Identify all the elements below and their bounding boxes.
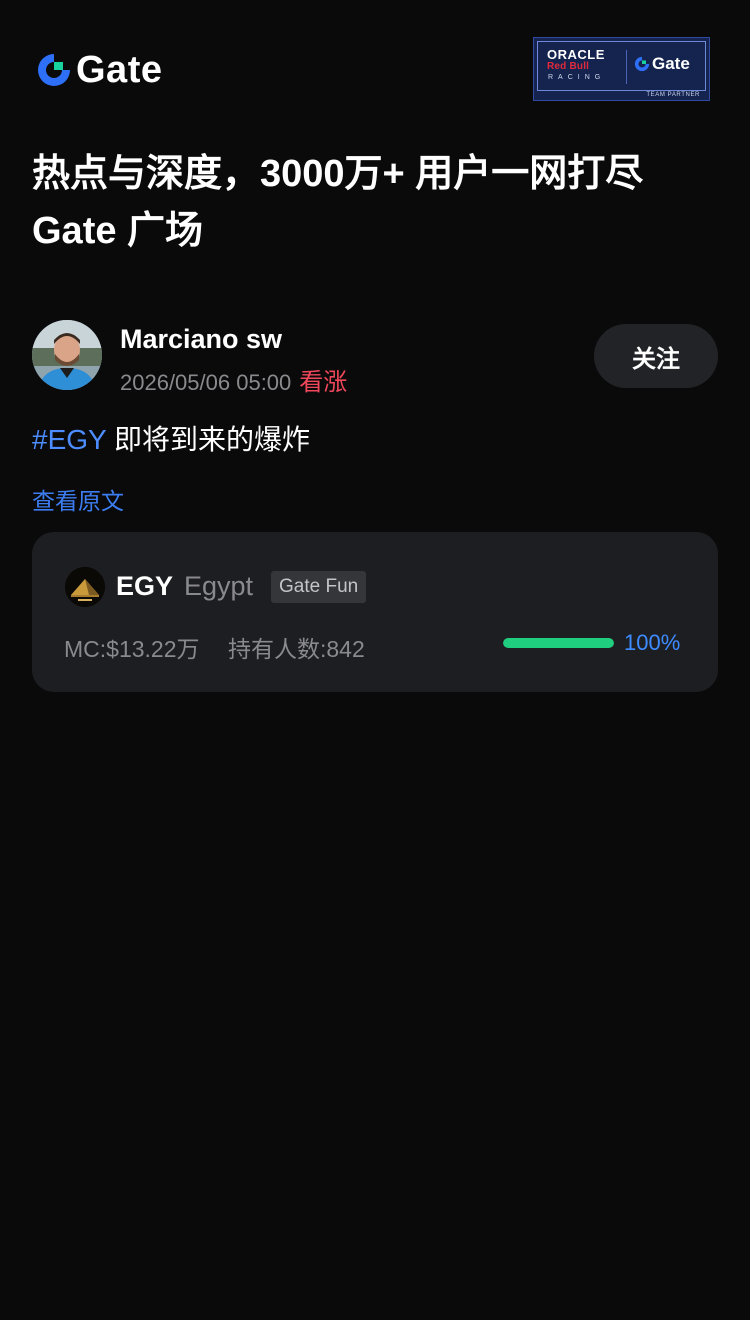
pyramid-icon — [65, 567, 105, 607]
token-icon — [65, 567, 105, 607]
progress-percentage: 100% — [624, 630, 681, 655]
logo-text: Gate — [76, 48, 163, 91]
progress-bar-fill — [503, 638, 614, 648]
badge-gate-text: Gate — [652, 54, 690, 73]
redbull-text: Red Bull — [547, 61, 590, 72]
token-tag: Gate Fun — [271, 571, 367, 603]
post-text: 即将到来的爆炸 — [106, 424, 310, 455]
badge-gate-icon — [634, 56, 650, 72]
sentiment-badge: 看涨 — [299, 369, 348, 396]
badge-gate-logo: Gate — [634, 54, 690, 74]
team-partner-text: TEAM PARTNER — [646, 92, 700, 98]
post-content: #EGY 即将到来的爆炸 — [32, 418, 310, 458]
author-name[interactable]: Marciano sw — [120, 324, 282, 355]
oracle-text: ORACLE — [547, 47, 605, 62]
headline-line-2: Gate 广场 — [32, 210, 204, 252]
token-symbol: EGY — [116, 571, 174, 601]
app-header: Gate ORACLE Red Bull RACING Gate TEAM PA… — [0, 0, 750, 120]
view-original-link[interactable]: 查看原文 — [32, 482, 124, 516]
progress-bar — [503, 638, 614, 648]
page-title: 热点与深度，3000万+ 用户一网打尽 Gate 广场 — [32, 146, 722, 260]
gate-logo-icon — [38, 54, 70, 86]
market-cap: MC:$13.22万 — [64, 636, 200, 662]
hashtag-link[interactable]: #EGY — [32, 424, 106, 455]
follow-button[interactable]: 关注 — [594, 324, 718, 388]
avatar-image — [32, 320, 102, 390]
post-time: 2026/05/06 05:00 — [120, 370, 292, 395]
team-partner-badge: ORACLE Red Bull RACING Gate TEAM PARTNER — [533, 37, 710, 101]
holders-count: 持有人数:842 — [228, 636, 365, 662]
token-name: Egypt — [184, 571, 254, 601]
author-avatar[interactable] — [32, 320, 102, 390]
headline-line-1: 热点与深度，3000万+ 用户一网打尽 — [32, 153, 644, 195]
token-card[interactable]: EGY Egypt Gate Fun MC:$13.22万 持有人数:842 1… — [32, 532, 718, 692]
gate-logo[interactable]: Gate — [36, 48, 163, 91]
badge-divider — [626, 50, 627, 84]
racing-text: RACING — [548, 74, 606, 81]
post-meta: 2026/05/06 05:00 看涨 — [120, 362, 347, 397]
partner-badge-frame: ORACLE Red Bull RACING Gate — [537, 41, 706, 91]
